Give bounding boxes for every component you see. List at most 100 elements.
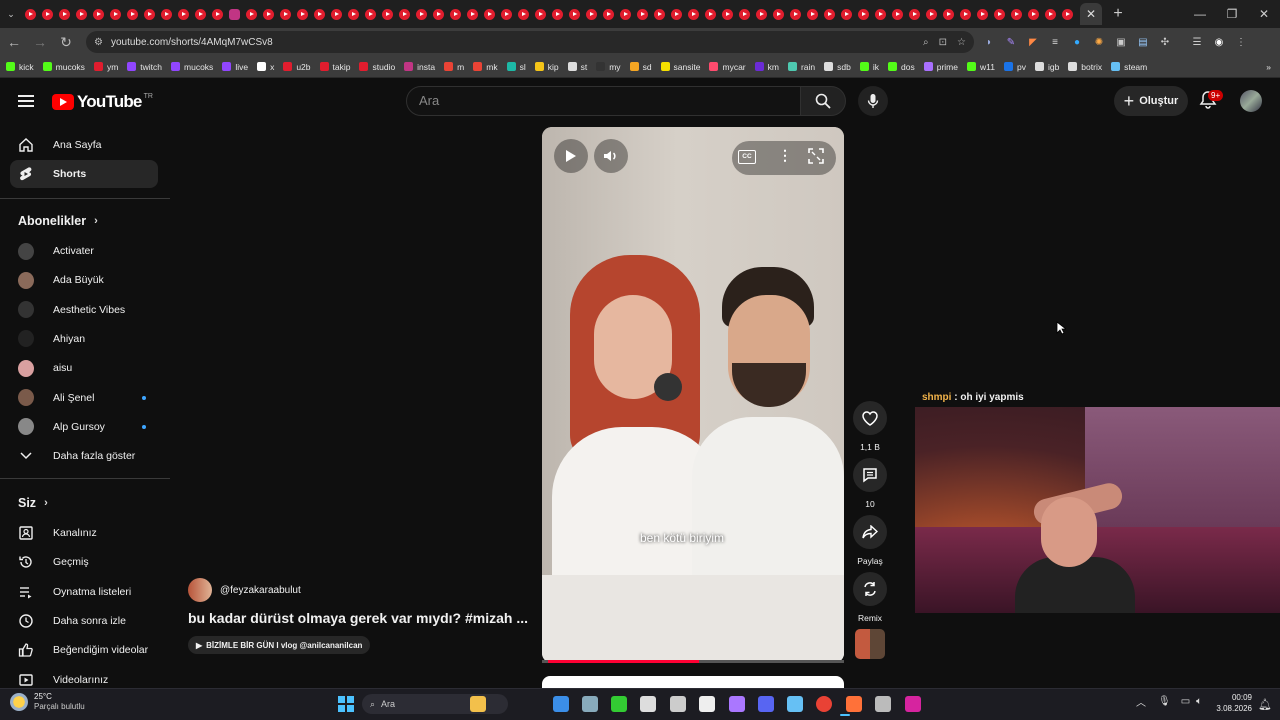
- subscription-item[interactable]: Ada Büyük: [10, 266, 158, 294]
- browser-menu-icon[interactable]: ⋮: [1234, 35, 1248, 49]
- channel-avatar[interactable]: [188, 578, 212, 602]
- bookmark-item[interactable]: rain: [787, 62, 815, 72]
- share-button[interactable]: [853, 515, 887, 549]
- subscription-item[interactable]: Activater: [10, 237, 158, 265]
- youtube-logo[interactable]: YouTube TR: [52, 92, 153, 112]
- you-item[interactable]: Oynatma listeleri: [10, 578, 158, 606]
- bookmark-item[interactable]: pv: [1003, 62, 1026, 72]
- bookmark-item[interactable]: x: [257, 62, 274, 72]
- bookmark-item[interactable]: ym: [93, 62, 118, 72]
- browser-tab[interactable]: [909, 8, 920, 20]
- bookmark-item[interactable]: mycar: [709, 62, 746, 72]
- taskbar-search[interactable]: ⌕ Ara: [362, 694, 508, 714]
- browser-tab[interactable]: [450, 8, 461, 20]
- browser-tab[interactable]: [1062, 8, 1073, 20]
- browser-tab[interactable]: [824, 8, 835, 20]
- app-icon[interactable]: [670, 696, 686, 712]
- sidebar-item-shorts[interactable]: Shorts: [10, 160, 158, 188]
- bookmark-item[interactable]: u2b: [283, 62, 311, 72]
- hamburger-menu-icon[interactable]: [18, 95, 34, 107]
- volume-button[interactable]: [594, 139, 628, 173]
- browser-tab[interactable]: [535, 8, 546, 20]
- extension-icon[interactable]: ▤: [1136, 35, 1150, 49]
- discord-icon[interactable]: [758, 696, 774, 712]
- site-info-icon[interactable]: ⚙: [94, 37, 103, 48]
- browser-tab[interactable]: [1011, 8, 1022, 20]
- subscription-item[interactable]: Aesthetic Vibes: [10, 296, 158, 324]
- minimize-button[interactable]: —: [1184, 0, 1216, 28]
- browser-tab[interactable]: [977, 8, 988, 20]
- share-action[interactable]: Paylaş: [852, 515, 888, 566]
- store-icon[interactable]: [553, 696, 569, 712]
- extension-icon[interactable]: ≡: [1048, 35, 1062, 49]
- remix-action[interactable]: Remix: [852, 572, 888, 623]
- extension-icon[interactable]: ✎: [1004, 35, 1018, 49]
- subscriptions-heading[interactable]: Abonelikler ›: [18, 214, 98, 228]
- like-button[interactable]: [853, 401, 887, 435]
- bookmark-item[interactable]: my: [596, 62, 621, 72]
- extension-icon[interactable]: ◗: [982, 35, 996, 49]
- bookmark-item[interactable]: mucoks: [171, 62, 213, 72]
- bookmark-item[interactable]: w11: [967, 62, 995, 72]
- browser-tab[interactable]: [671, 8, 682, 20]
- bookmark-item[interactable]: km: [754, 62, 779, 72]
- active-tab-close[interactable]: ✕: [1080, 3, 1102, 25]
- bookmark-item[interactable]: st: [567, 62, 587, 72]
- browser-tab[interactable]: [314, 8, 325, 20]
- browser-tab[interactable]: [1028, 8, 1039, 20]
- file-explorer-icon[interactable]: [470, 696, 486, 712]
- steam-icon[interactable]: [787, 696, 803, 712]
- voice-search-button[interactable]: [858, 86, 888, 116]
- bookmark-item[interactable]: sdb: [824, 62, 851, 72]
- speaker-icon[interactable]: 🔈︎: [1196, 696, 1202, 707]
- tab-list-button[interactable]: ⌄: [0, 0, 22, 28]
- bookmark-item[interactable]: kick: [6, 62, 34, 72]
- browser-tab[interactable]: [297, 8, 308, 20]
- browser-tab[interactable]: [365, 8, 376, 20]
- next-short-preview[interactable]: [542, 676, 844, 688]
- browser-tab[interactable]: [569, 8, 580, 20]
- bookmark-item[interactable]: insta: [404, 62, 435, 72]
- browser-tab[interactable]: [127, 8, 138, 20]
- start-menu-icon[interactable]: [338, 696, 354, 712]
- bookmark-item[interactable]: kip: [534, 62, 559, 72]
- bookmark-item[interactable]: sd: [629, 62, 652, 72]
- linked-video-chip[interactable]: ▶ BİZİMLE BİR GÜN I vlog @anilcananilcan: [188, 636, 371, 654]
- browser-tab[interactable]: [280, 8, 291, 20]
- short-video-player[interactable]: CC ⋮: [542, 127, 844, 663]
- browser-tab[interactable]: [790, 8, 801, 20]
- subscription-item[interactable]: aisu: [10, 354, 158, 382]
- install-icon[interactable]: ⊡: [939, 37, 947, 48]
- browser-tab[interactable]: [501, 8, 512, 20]
- bookmark-item[interactable]: studio: [359, 62, 395, 72]
- browser-tab[interactable]: [229, 8, 240, 20]
- address-bar[interactable]: ⚙ youtube.com/shorts/4AMqM7wCSv8 ⌕ ⊡ ☆: [86, 31, 974, 53]
- tab-search-icon[interactable]: ☰: [1190, 35, 1204, 49]
- bookmark-item[interactable]: prime: [923, 62, 958, 72]
- browser-tab[interactable]: [892, 8, 903, 20]
- channel-handle[interactable]: @feyzakaraabulut: [220, 585, 301, 596]
- comment-action[interactable]: 10: [852, 458, 888, 509]
- bookmark-item[interactable]: dos: [888, 62, 915, 72]
- browser-tab[interactable]: [858, 8, 869, 20]
- new-tab-button[interactable]: +: [1102, 0, 1134, 28]
- bookmark-item[interactable]: botrix: [1068, 62, 1102, 72]
- captions-icon[interactable]: CC: [738, 150, 756, 164]
- extensions-puzzle-icon[interactable]: ✣: [1158, 35, 1172, 49]
- bookmark-item[interactable]: twitch: [127, 62, 162, 72]
- you-item[interactable]: Geçmiş: [10, 548, 158, 576]
- browser-tab[interactable]: [1045, 8, 1056, 20]
- back-icon[interactable]: ←: [2, 30, 26, 54]
- browser-tab[interactable]: [416, 8, 427, 20]
- bookmark-item[interactable]: live: [222, 62, 248, 72]
- instagram-icon[interactable]: [905, 696, 921, 712]
- search-input[interactable]: Ara: [406, 86, 802, 116]
- browser-tab[interactable]: [739, 8, 750, 20]
- browser-tab[interactable]: [433, 8, 444, 20]
- account-avatar[interactable]: [1240, 90, 1262, 112]
- subscription-item[interactable]: Ahiyan: [10, 325, 158, 353]
- browser-tab[interactable]: [161, 8, 172, 20]
- remix-button[interactable]: [853, 572, 887, 606]
- browser-tab[interactable]: [875, 8, 886, 20]
- browser-tab[interactable]: [110, 8, 121, 20]
